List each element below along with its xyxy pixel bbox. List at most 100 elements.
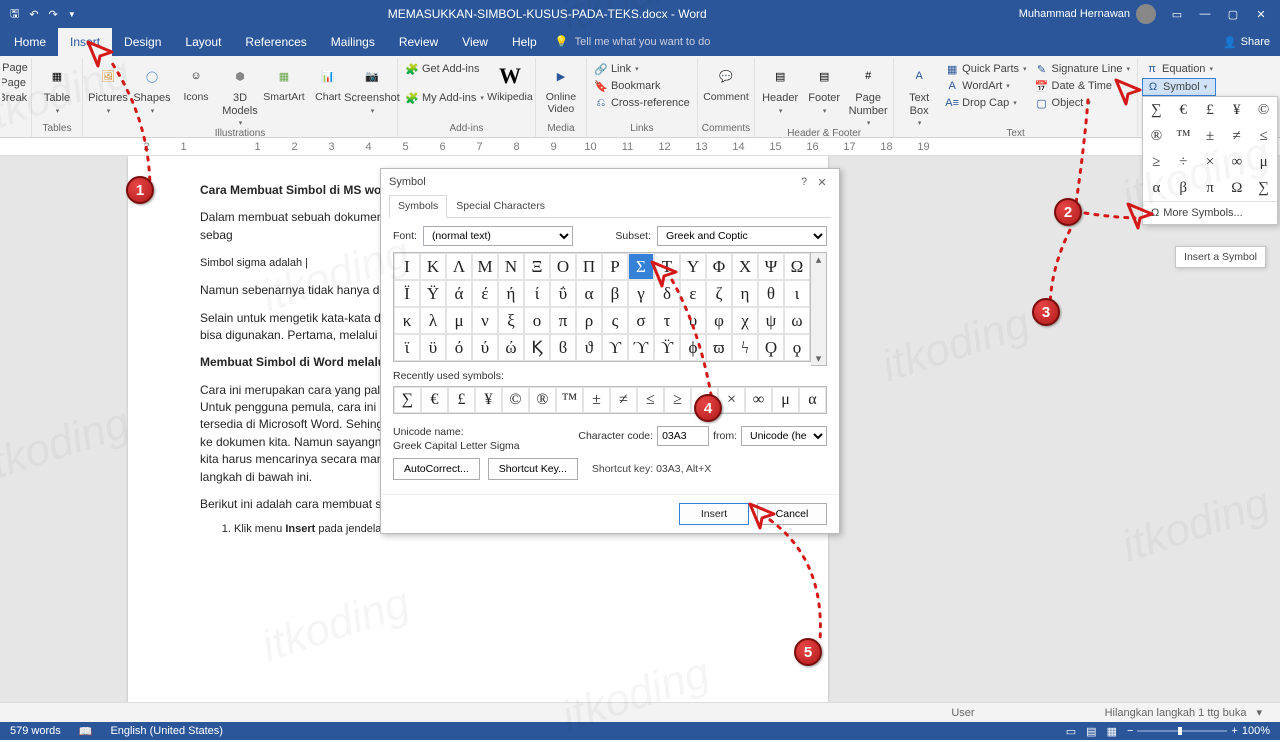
symbol-cell[interactable]: ϔ: [654, 334, 680, 361]
recent-symbol-cell[interactable]: ±: [583, 387, 610, 413]
recent-symbol-cell[interactable]: ¥: [475, 387, 502, 413]
my-addins-button[interactable]: 🧩My Add-ins▾: [402, 90, 487, 106]
tab-mailings[interactable]: Mailings: [319, 28, 387, 56]
smartart-button[interactable]: ▦SmartArt: [263, 60, 305, 104]
more-symbols-button[interactable]: Ω More Symbols...: [1143, 201, 1277, 224]
recent-symbol-cell[interactable]: ∞: [745, 387, 772, 413]
symbol-cell[interactable]: π: [550, 307, 576, 334]
screenshot-button[interactable]: 📷Screenshot▾: [351, 60, 393, 116]
symbol-cell[interactable]: Ο: [550, 253, 576, 280]
view-read-icon[interactable]: ▭: [1066, 725, 1076, 738]
link-button[interactable]: 🔗Link▾: [591, 61, 693, 77]
symbol-cell[interactable]: ο: [524, 307, 550, 334]
symbol-cell[interactable]: ϒ: [602, 334, 628, 361]
pictures-button[interactable]: 🖼Pictures▾: [87, 60, 129, 116]
symbol-cell[interactable]: ϙ: [784, 334, 810, 361]
symbol-cell[interactable]: Μ: [472, 253, 498, 280]
flyout-symbol-cell[interactable]: ∑: [1143, 97, 1170, 123]
recent-symbol-cell[interactable]: ÷: [691, 387, 718, 413]
dialog-help-icon[interactable]: ?: [795, 176, 813, 188]
symbol-cell[interactable]: ϋ: [420, 334, 446, 361]
symbol-cell[interactable]: Π: [576, 253, 602, 280]
view-print-icon[interactable]: ▤: [1086, 725, 1096, 738]
footer-button[interactable]: ▤Footer▾: [803, 60, 845, 116]
cancel-button[interactable]: Cancel: [757, 503, 827, 525]
language-status[interactable]: English (United States): [110, 725, 223, 737]
tab-view[interactable]: View: [450, 28, 500, 56]
symbol-cell[interactable]: ξ: [498, 307, 524, 334]
symbol-cell[interactable]: Ω: [784, 253, 810, 280]
horizontal-ruler[interactable]: 2112345678910111213141516171819: [0, 138, 1280, 156]
3d-models-button[interactable]: ⬢3D Models▾: [219, 60, 261, 129]
symbol-cell[interactable]: Χ: [732, 253, 758, 280]
cover-page-button[interactable]: Cover Page▾: [2, 61, 32, 75]
character-code-input[interactable]: [657, 426, 709, 446]
recent-symbol-cell[interactable]: ×: [718, 387, 745, 413]
quick-parts-button[interactable]: ▦Quick Parts▾: [942, 61, 1029, 77]
symbol-cell[interactable]: ά: [446, 280, 472, 307]
symbol-cell[interactable]: ύ: [472, 334, 498, 361]
symbol-cell[interactable]: ζ: [706, 280, 732, 307]
symbol-cell[interactable]: Ν: [498, 253, 524, 280]
chevron-down-icon[interactable]: ▾: [1256, 706, 1262, 719]
symbol-cell[interactable]: Ϗ: [524, 334, 550, 361]
flyout-grid[interactable]: ∑€£¥©®™±≠≤≥÷×∞μαβπΩ∑: [1143, 97, 1277, 201]
bookmark-button[interactable]: 🔖Bookmark: [591, 78, 693, 94]
chart-button[interactable]: 📊Chart: [307, 60, 349, 104]
dialog-close-icon[interactable]: ✕: [813, 176, 831, 189]
symbol-cell[interactable]: Ϊ: [394, 280, 420, 307]
flyout-symbol-cell[interactable]: π: [1197, 175, 1224, 201]
equation-button[interactable]: πEquation▾: [1142, 61, 1216, 77]
flyout-symbol-cell[interactable]: ®: [1143, 123, 1170, 149]
tab-design[interactable]: Design: [112, 28, 173, 56]
page-number-button[interactable]: #Page Number▾: [847, 60, 889, 129]
page-break-button[interactable]: Page Break: [2, 91, 32, 105]
wordart-button[interactable]: AWordArt▾: [942, 78, 1029, 94]
symbol-cell[interactable]: ϖ: [706, 334, 732, 361]
symbol-cell[interactable]: β: [602, 280, 628, 307]
zoom-in-icon[interactable]: +: [1231, 725, 1237, 737]
online-video-button[interactable]: ▶Online Video: [540, 60, 582, 115]
word-count[interactable]: 579 words: [10, 725, 61, 737]
flyout-symbol-cell[interactable]: ¥: [1223, 97, 1250, 123]
symbol-cell[interactable]: Ι: [394, 253, 420, 280]
flyout-symbol-cell[interactable]: ≤: [1250, 123, 1277, 149]
flyout-symbol-cell[interactable]: ∞: [1223, 149, 1250, 175]
flyout-symbol-cell[interactable]: ≠: [1223, 123, 1250, 149]
flyout-symbol-cell[interactable]: €: [1170, 97, 1197, 123]
zoom-value[interactable]: 100%: [1242, 725, 1270, 737]
undo-icon[interactable]: ↶: [29, 8, 38, 21]
flyout-symbol-cell[interactable]: ∑: [1250, 175, 1277, 201]
ribbon-display-options-icon[interactable]: ▭: [1170, 7, 1184, 21]
recent-symbol-cell[interactable]: ∑: [394, 387, 421, 413]
symbol-cell[interactable]: υ: [680, 307, 706, 334]
header-button[interactable]: ▤Header▾: [759, 60, 801, 116]
symbol-cell[interactable]: ϑ: [576, 334, 602, 361]
symbol-cell[interactable]: ί: [524, 280, 550, 307]
symbol-cell[interactable]: ε: [680, 280, 706, 307]
get-addins-button[interactable]: 🧩Get Add-ins: [402, 61, 487, 77]
recent-symbol-cell[interactable]: £: [448, 387, 475, 413]
symbol-cell[interactable]: ρ: [576, 307, 602, 334]
info-hide-step[interactable]: Hilangkan langkah 1 ttg buka: [1105, 707, 1247, 719]
object-button[interactable]: ▢Object▾: [1032, 95, 1133, 111]
tell-me-search[interactable]: 💡 Tell me what you want to do: [555, 35, 711, 49]
zoom-out-icon[interactable]: −: [1127, 725, 1133, 737]
symbol-cell[interactable]: ϟ: [732, 334, 758, 361]
comment-button[interactable]: 💬Comment: [705, 60, 747, 104]
symbol-cell[interactable]: τ: [654, 307, 680, 334]
symbol-cell[interactable]: Ρ: [602, 253, 628, 280]
flyout-symbol-cell[interactable]: £: [1197, 97, 1224, 123]
tab-layout[interactable]: Layout: [173, 28, 233, 56]
symbol-cell[interactable]: κ: [394, 307, 420, 334]
symbol-cell[interactable]: Ψ: [758, 253, 784, 280]
subset-select[interactable]: Greek and Coptic: [657, 226, 827, 246]
recent-symbol-cell[interactable]: μ: [772, 387, 799, 413]
tab-home[interactable]: Home: [2, 28, 58, 56]
flyout-symbol-cell[interactable]: β: [1170, 175, 1197, 201]
zoom-control[interactable]: − + 100%: [1127, 725, 1270, 737]
spellcheck-icon[interactable]: 📖: [79, 725, 93, 738]
symbol-cell[interactable]: ω: [784, 307, 810, 334]
flyout-symbol-cell[interactable]: ÷: [1170, 149, 1197, 175]
blank-page-button[interactable]: Blank Page: [2, 76, 32, 90]
